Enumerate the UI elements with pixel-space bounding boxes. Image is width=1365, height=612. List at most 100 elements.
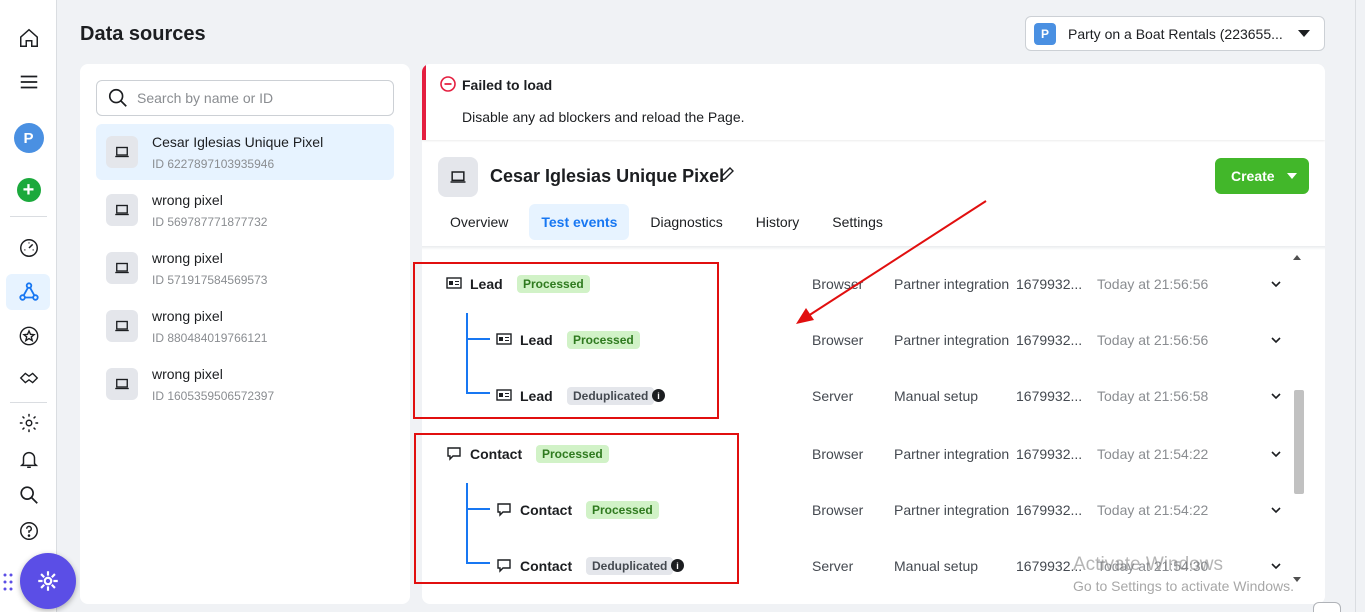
source-item[interactable]: wrong pixel ID 1605359506572397 <box>96 356 394 412</box>
event-source: Server <box>812 558 854 574</box>
source-item[interactable]: wrong pixel ID 571917584569573 <box>96 240 394 296</box>
handshake-icon[interactable] <box>0 360 57 396</box>
events-manager-icon[interactable] <box>0 274 57 310</box>
chevron-down-icon[interactable] <box>1270 560 1282 572</box>
annotation-box-lead <box>413 262 719 419</box>
error-icon <box>440 76 456 92</box>
account-selector[interactable]: P Party on a Boat Rentals (223655... <box>1025 16 1325 51</box>
dashboard-gauge-icon[interactable] <box>0 230 57 266</box>
event-setup: Manual setup <box>894 558 979 574</box>
chevron-down-icon <box>1286 173 1297 179</box>
scroll-down-arrow[interactable] <box>1293 577 1301 582</box>
source-name: wrong pixel <box>152 250 223 266</box>
home-icon[interactable] <box>0 20 57 56</box>
source-id: ID 569787771877732 <box>152 215 268 229</box>
tab-settings[interactable]: Settings <box>820 204 895 240</box>
tab-overview[interactable]: Overview <box>438 204 520 240</box>
edit-pencil-icon[interactable] <box>718 165 736 183</box>
error-alert: Failed to load Disable any ad blockers a… <box>422 64 1325 140</box>
add-icon: + <box>16 178 41 202</box>
asterisk-icon <box>38 571 58 591</box>
event-source: Browser <box>812 502 864 518</box>
search-box[interactable] <box>96 80 394 116</box>
gear-icon[interactable] <box>0 405 57 441</box>
source-id: ID 880484019766121 <box>152 331 268 345</box>
help-icon[interactable] <box>0 513 57 549</box>
event-source: Browser <box>812 276 864 292</box>
event-id: 1679932... <box>1016 332 1083 348</box>
chevron-down-icon <box>1298 30 1310 37</box>
floating-assistant-button[interactable] <box>20 553 76 609</box>
account-avatar: P <box>1034 22 1056 45</box>
alert-message: Disable any ad blockers and reload the P… <box>462 109 745 125</box>
source-name: wrong pixel <box>152 192 223 208</box>
laptop-icon <box>106 252 138 284</box>
create-label: Create <box>1231 168 1275 184</box>
tab-test-events[interactable]: Test events <box>529 204 630 240</box>
event-time: Today at 21:54:22 <box>1097 446 1209 462</box>
source-name: wrong pixel <box>152 366 223 382</box>
event-id: 1679932... <box>1016 502 1083 518</box>
laptop-icon <box>438 157 478 197</box>
page-title: Data sources <box>80 23 206 45</box>
event-source: Browser <box>812 332 864 348</box>
add-button[interactable]: + <box>0 172 57 208</box>
event-id: 1679932... <box>1016 388 1083 404</box>
event-setup: Partner integration <box>894 276 1010 292</box>
profile-avatar[interactable]: P <box>0 120 57 156</box>
laptop-icon <box>106 310 138 342</box>
source-id: ID 6227897103935946 <box>152 157 275 171</box>
event-source: Server <box>812 388 854 404</box>
tab-history[interactable]: History <box>744 204 812 240</box>
source-name: Cesar Iglesias Unique Pixel <box>152 134 324 150</box>
search-input[interactable] <box>137 90 377 106</box>
event-id: 1679932... <box>1016 276 1083 292</box>
create-button[interactable]: Create <box>1215 158 1309 194</box>
event-time: Today at 21:56:56 <box>1097 276 1209 292</box>
source-id: ID 1605359506572397 <box>152 389 275 403</box>
activation-watermark-subtitle: Go to Settings to activate Windows. <box>1073 578 1294 594</box>
laptop-icon <box>106 194 138 226</box>
help-tab[interactable] <box>1313 602 1341 612</box>
tab-bar: Overview Test events Diagnostics History… <box>438 204 904 240</box>
pixel-title: Cesar Iglesias Unique Pixel <box>490 166 725 186</box>
event-setup: Partner integration <box>894 332 1010 348</box>
tab-diagnostics[interactable]: Diagnostics <box>638 204 734 240</box>
rail-divider <box>10 216 47 217</box>
bell-icon[interactable] <box>0 441 57 477</box>
laptop-icon <box>106 136 138 168</box>
drag-grip-icon[interactable] <box>3 572 15 592</box>
page-scrollbar[interactable] <box>1355 0 1365 612</box>
event-setup: Manual setup <box>894 388 979 404</box>
chevron-down-icon[interactable] <box>1270 278 1282 290</box>
event-setup: Partner integration <box>894 446 1010 462</box>
source-name: wrong pixel <box>152 308 223 324</box>
search-icon[interactable] <box>0 477 57 513</box>
alert-title: Failed to load <box>462 77 553 93</box>
event-source: Browser <box>812 446 864 462</box>
activation-watermark-title: Activate Windows <box>1073 554 1223 575</box>
annotation-box-contact <box>414 433 739 584</box>
menu-icon[interactable] <box>0 64 57 100</box>
chevron-down-icon[interactable] <box>1270 334 1282 346</box>
data-sources-panel: Cesar Iglesias Unique Pixel ID 622789710… <box>80 64 410 604</box>
source-item[interactable]: wrong pixel ID 569787771877732 <box>96 182 394 238</box>
avatar: P <box>13 123 44 153</box>
source-item[interactable]: wrong pixel ID 880484019766121 <box>96 298 394 354</box>
source-id: ID 571917584569573 <box>152 273 268 287</box>
event-time: Today at 21:56:58 <box>1097 388 1209 404</box>
event-id: 1679932... <box>1016 446 1083 462</box>
left-nav-rail: P + <box>0 0 57 612</box>
scroll-up-arrow[interactable] <box>1293 255 1301 260</box>
star-icon[interactable] <box>0 318 57 354</box>
chevron-down-icon[interactable] <box>1270 390 1282 402</box>
account-name: Party on a Boat Rentals (223655... <box>1068 25 1283 42</box>
chevron-down-icon[interactable] <box>1270 504 1282 516</box>
laptop-icon <box>106 368 138 400</box>
rail-divider <box>10 402 47 403</box>
scrollbar-thumb[interactable] <box>1294 390 1304 494</box>
tabs-divider <box>422 246 1325 250</box>
source-item[interactable]: Cesar Iglesias Unique Pixel ID 622789710… <box>96 124 394 180</box>
chevron-down-icon[interactable] <box>1270 448 1282 460</box>
event-time: Today at 21:56:56 <box>1097 332 1209 348</box>
